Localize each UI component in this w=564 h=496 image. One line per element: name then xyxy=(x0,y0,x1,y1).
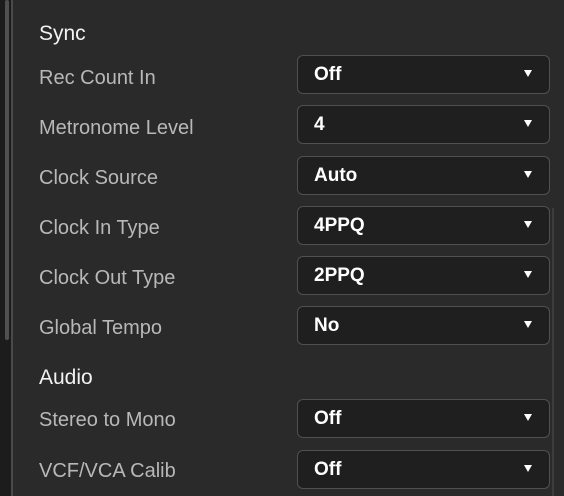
chevron-down-icon xyxy=(524,414,532,421)
section-title-sync: Sync xyxy=(39,22,86,45)
dropdown-value: 4 xyxy=(314,114,325,135)
left-divider xyxy=(11,0,13,496)
dropdown-value: Off xyxy=(314,408,342,429)
label-rec-count-in: Rec Count In xyxy=(39,67,156,89)
dropdown-value: Off xyxy=(314,459,342,480)
dropdown-value: 2PPQ xyxy=(314,265,365,286)
section-title-audio: Audio xyxy=(39,366,93,389)
dropdown-clock-source[interactable]: Auto xyxy=(297,156,550,195)
scrollbar-thumb[interactable] xyxy=(5,0,9,340)
dropdown-value: No xyxy=(314,315,340,336)
dropdown-clock-in-type[interactable]: 4PPQ xyxy=(297,206,550,245)
chevron-down-icon xyxy=(524,171,532,178)
chevron-down-icon xyxy=(524,465,532,472)
dropdown-rec-count-in[interactable]: Off xyxy=(297,55,550,94)
label-vcf-vca-calib: VCF/VCA Calib xyxy=(39,460,176,482)
label-stereo-to-mono: Stereo to Mono xyxy=(39,409,176,431)
label-global-tempo: Global Tempo xyxy=(39,317,163,339)
dropdown-metronome-level[interactable]: 4 xyxy=(297,105,550,144)
dropdown-stereo-to-mono[interactable]: Off xyxy=(297,399,550,438)
chevron-down-icon xyxy=(524,321,532,328)
chevron-down-icon xyxy=(524,70,532,77)
label-clock-in-type: Clock In Type xyxy=(39,217,160,239)
label-clock-source: Clock Source xyxy=(39,167,158,189)
dropdown-value: Auto xyxy=(314,165,358,186)
dropdown-global-tempo[interactable]: No xyxy=(297,306,550,345)
dropdown-clock-out-type[interactable]: 2PPQ xyxy=(297,256,550,295)
dropdown-value: Off xyxy=(314,64,342,85)
chevron-down-icon xyxy=(524,271,532,278)
dropdown-value: 4PPQ xyxy=(314,215,365,236)
right-divider xyxy=(552,208,554,496)
label-clock-out-type: Clock Out Type xyxy=(39,267,176,289)
dropdown-vcf-vca-calib[interactable]: Off xyxy=(297,450,550,489)
settings-panel: Sync Rec Count In Off Metronome Level 4 … xyxy=(0,0,564,496)
chevron-down-icon xyxy=(524,221,532,228)
label-metronome-level: Metronome Level xyxy=(39,117,194,139)
chevron-down-icon xyxy=(524,120,532,127)
